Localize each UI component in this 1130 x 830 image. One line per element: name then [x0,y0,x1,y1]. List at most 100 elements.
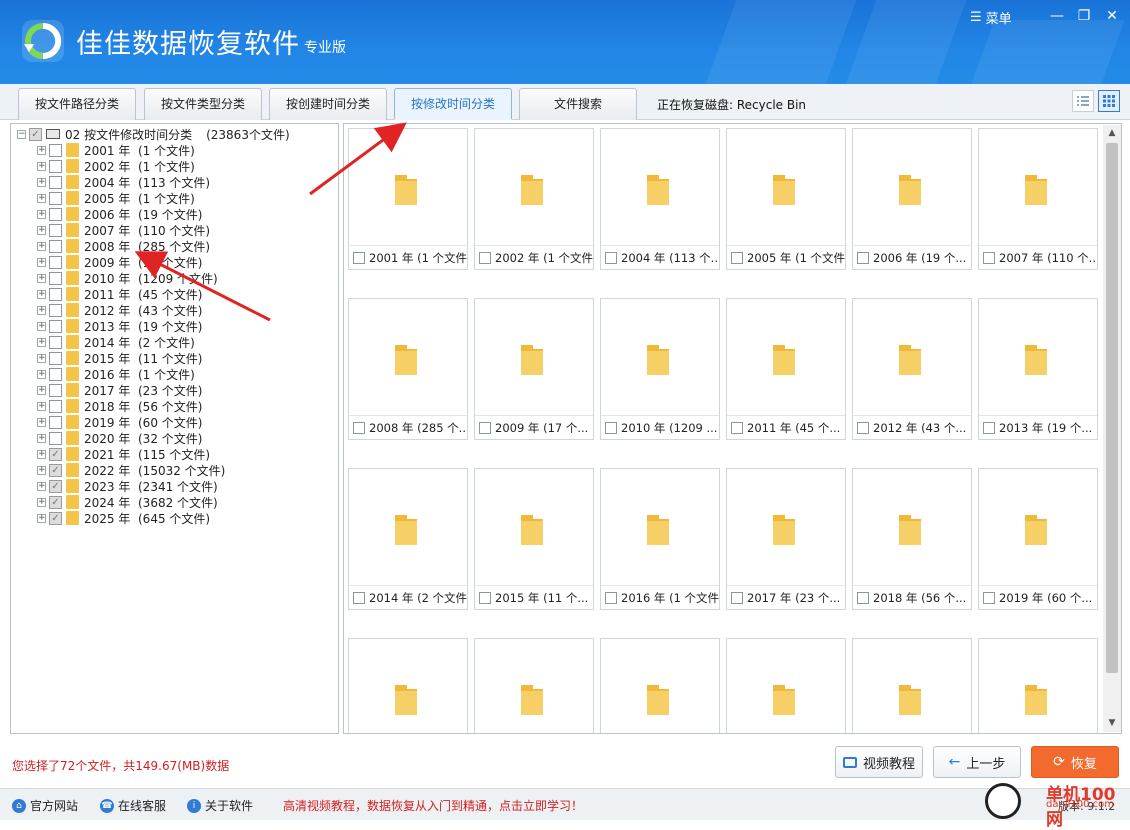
tree-item[interactable]: +2013 年 (19 个文件) [37,318,202,334]
tree-item[interactable]: +2014 年 (2 个文件) [37,334,195,350]
folder-card[interactable]: 2013 年 (19 个... [978,298,1098,440]
folder-card[interactable]: 2015 年 (11 个... [474,468,594,610]
expand-icon[interactable]: + [37,209,46,219]
tree-item-checkbox[interactable] [49,319,62,333]
tree-item[interactable]: +2009 年 (17 个文件) [37,254,202,270]
collapse-icon[interactable]: − [17,129,26,139]
tree-item[interactable]: + ✓ 2024 年 (3682 个文件) [37,494,218,510]
prev-step-button[interactable]: ← 上一步 [933,746,1021,778]
folder-card-checkbox[interactable] [983,251,995,264]
tree-item-checkbox[interactable] [49,143,62,157]
close-button[interactable]: ✕ [1100,6,1124,26]
tab-by-modify-time[interactable]: 按修改时间分类 [394,88,512,120]
folder-card[interactable]: 2011 年 (45 个... [726,298,846,440]
folder-card[interactable] [600,638,720,733]
folder-card-checkbox[interactable] [731,421,743,434]
tree-item-checkbox[interactable] [49,159,62,173]
folder-card[interactable]: 2016 年 (1 个文件) [600,468,720,610]
tree-item[interactable]: + ✓ 2021 年 (115 个文件) [37,446,210,462]
online-service-link[interactable]: ☎ 在线客服 [100,797,166,814]
tree-item[interactable]: +2001 年 (1 个文件) [37,142,195,158]
folder-card-checkbox[interactable] [731,251,743,264]
tree-item[interactable]: +2011 年 (45 个文件) [37,286,202,302]
tree-item[interactable]: +2010 年 (1209 个文件) [37,270,218,286]
tree-item-checkbox[interactable] [49,207,62,221]
tree-item-checkbox[interactable] [49,271,62,285]
expand-icon[interactable]: + [37,417,46,427]
tree-item[interactable]: +2004 年 (113 个文件) [37,174,210,190]
tree-item[interactable]: +2016 年 (1 个文件) [37,366,195,382]
expand-icon[interactable]: + [37,305,46,315]
grid-view-button[interactable] [1098,90,1120,112]
folder-card-checkbox[interactable] [353,251,365,264]
tree-item-checkbox[interactable]: ✓ [49,511,62,525]
expand-icon[interactable]: + [37,465,46,475]
tab-file-search[interactable]: 文件搜索 [519,88,637,120]
expand-icon[interactable]: + [37,257,46,267]
tree-item[interactable]: +2020 年 (32 个文件) [37,430,202,446]
expand-icon[interactable]: + [37,337,46,347]
tree-item-checkbox[interactable] [49,255,62,269]
tree-item[interactable]: +2019 年 (60 个文件) [37,414,202,430]
scroll-down-icon[interactable]: ▼ [1103,715,1121,731]
folder-card[interactable] [726,638,846,733]
folder-card[interactable] [474,638,594,733]
expand-icon[interactable]: + [37,273,46,283]
folder-card[interactable]: 2012 年 (43 个... [852,298,972,440]
expand-icon[interactable]: + [37,177,46,187]
folder-card-checkbox[interactable] [605,591,617,604]
folder-card[interactable]: 2002 年 (1 个文件) [474,128,594,270]
tree-root-checkbox[interactable]: ✓ [29,127,42,141]
expand-icon[interactable]: + [37,353,46,363]
folder-card-checkbox[interactable] [731,591,743,604]
expand-icon[interactable]: + [37,513,46,523]
folder-card-checkbox[interactable] [605,251,617,264]
folder-card[interactable]: 2019 年 (60 个... [978,468,1098,610]
expand-icon[interactable]: + [37,481,46,491]
folder-card-checkbox[interactable] [605,421,617,434]
tree-item[interactable]: +2007 年 (110 个文件) [37,222,210,238]
folder-card[interactable]: 2001 年 (1 个文件) [348,128,468,270]
expand-icon[interactable]: + [37,449,46,459]
expand-icon[interactable]: + [37,193,46,203]
tree-item-checkbox[interactable]: ✓ [49,495,62,509]
tree-item-checkbox[interactable] [49,351,62,365]
official-site-link[interactable]: ⌂ 官方网站 [12,797,78,814]
tree-item-checkbox[interactable]: ✓ [49,463,62,477]
maximize-button[interactable]: ❐ [1072,6,1096,26]
folder-card-checkbox[interactable] [479,251,491,264]
folder-card[interactable] [852,638,972,733]
menu-button[interactable]: ☰ 菜单 [970,8,1012,27]
list-view-button[interactable] [1072,90,1094,112]
tree-item[interactable]: + ✓ 2022 年 (15032 个文件) [37,462,225,478]
tree-item[interactable]: +2002 年 (1 个文件) [37,158,195,174]
folder-card[interactable]: 2008 年 (285 个... [348,298,468,440]
folder-card[interactable]: 2009 年 (17 个... [474,298,594,440]
tree-root[interactable]: − ✓ 02 按文件修改时间分类 (23863个文件) [17,126,290,142]
tab-by-type[interactable]: 按文件类型分类 [144,88,262,120]
expand-icon[interactable]: + [37,289,46,299]
folder-card[interactable]: 2017 年 (23 个... [726,468,846,610]
folder-card-checkbox[interactable] [983,421,995,434]
tab-by-create-time[interactable]: 按创建时间分类 [269,88,387,120]
tree-item[interactable]: +2015 年 (11 个文件) [37,350,202,366]
tree-item-checkbox[interactable] [49,367,62,381]
folder-card[interactable]: 2005 年 (1 个文件) [726,128,846,270]
vertical-scrollbar[interactable]: ▲ ▼ [1103,125,1121,732]
expand-icon[interactable]: + [37,497,46,507]
folder-card-checkbox[interactable] [983,591,995,604]
tree-item-checkbox[interactable] [49,223,62,237]
folder-card-checkbox[interactable] [857,251,869,264]
folder-card-checkbox[interactable] [353,421,365,434]
tree-item-checkbox[interactable] [49,383,62,397]
tree-item-checkbox[interactable] [49,239,62,253]
expand-icon[interactable]: + [37,225,46,235]
recover-button[interactable]: ⟳ 恢复 [1031,746,1119,778]
tree-item-checkbox[interactable] [49,303,62,317]
tree-item-checkbox[interactable] [49,175,62,189]
minimize-button[interactable]: — [1045,6,1069,26]
tree-item[interactable]: +2017 年 (23 个文件) [37,382,202,398]
tree-item[interactable]: +2005 年 (1 个文件) [37,190,195,206]
tree-item[interactable]: +2008 年 (285 个文件) [37,238,210,254]
scroll-up-icon[interactable]: ▲ [1103,125,1121,141]
